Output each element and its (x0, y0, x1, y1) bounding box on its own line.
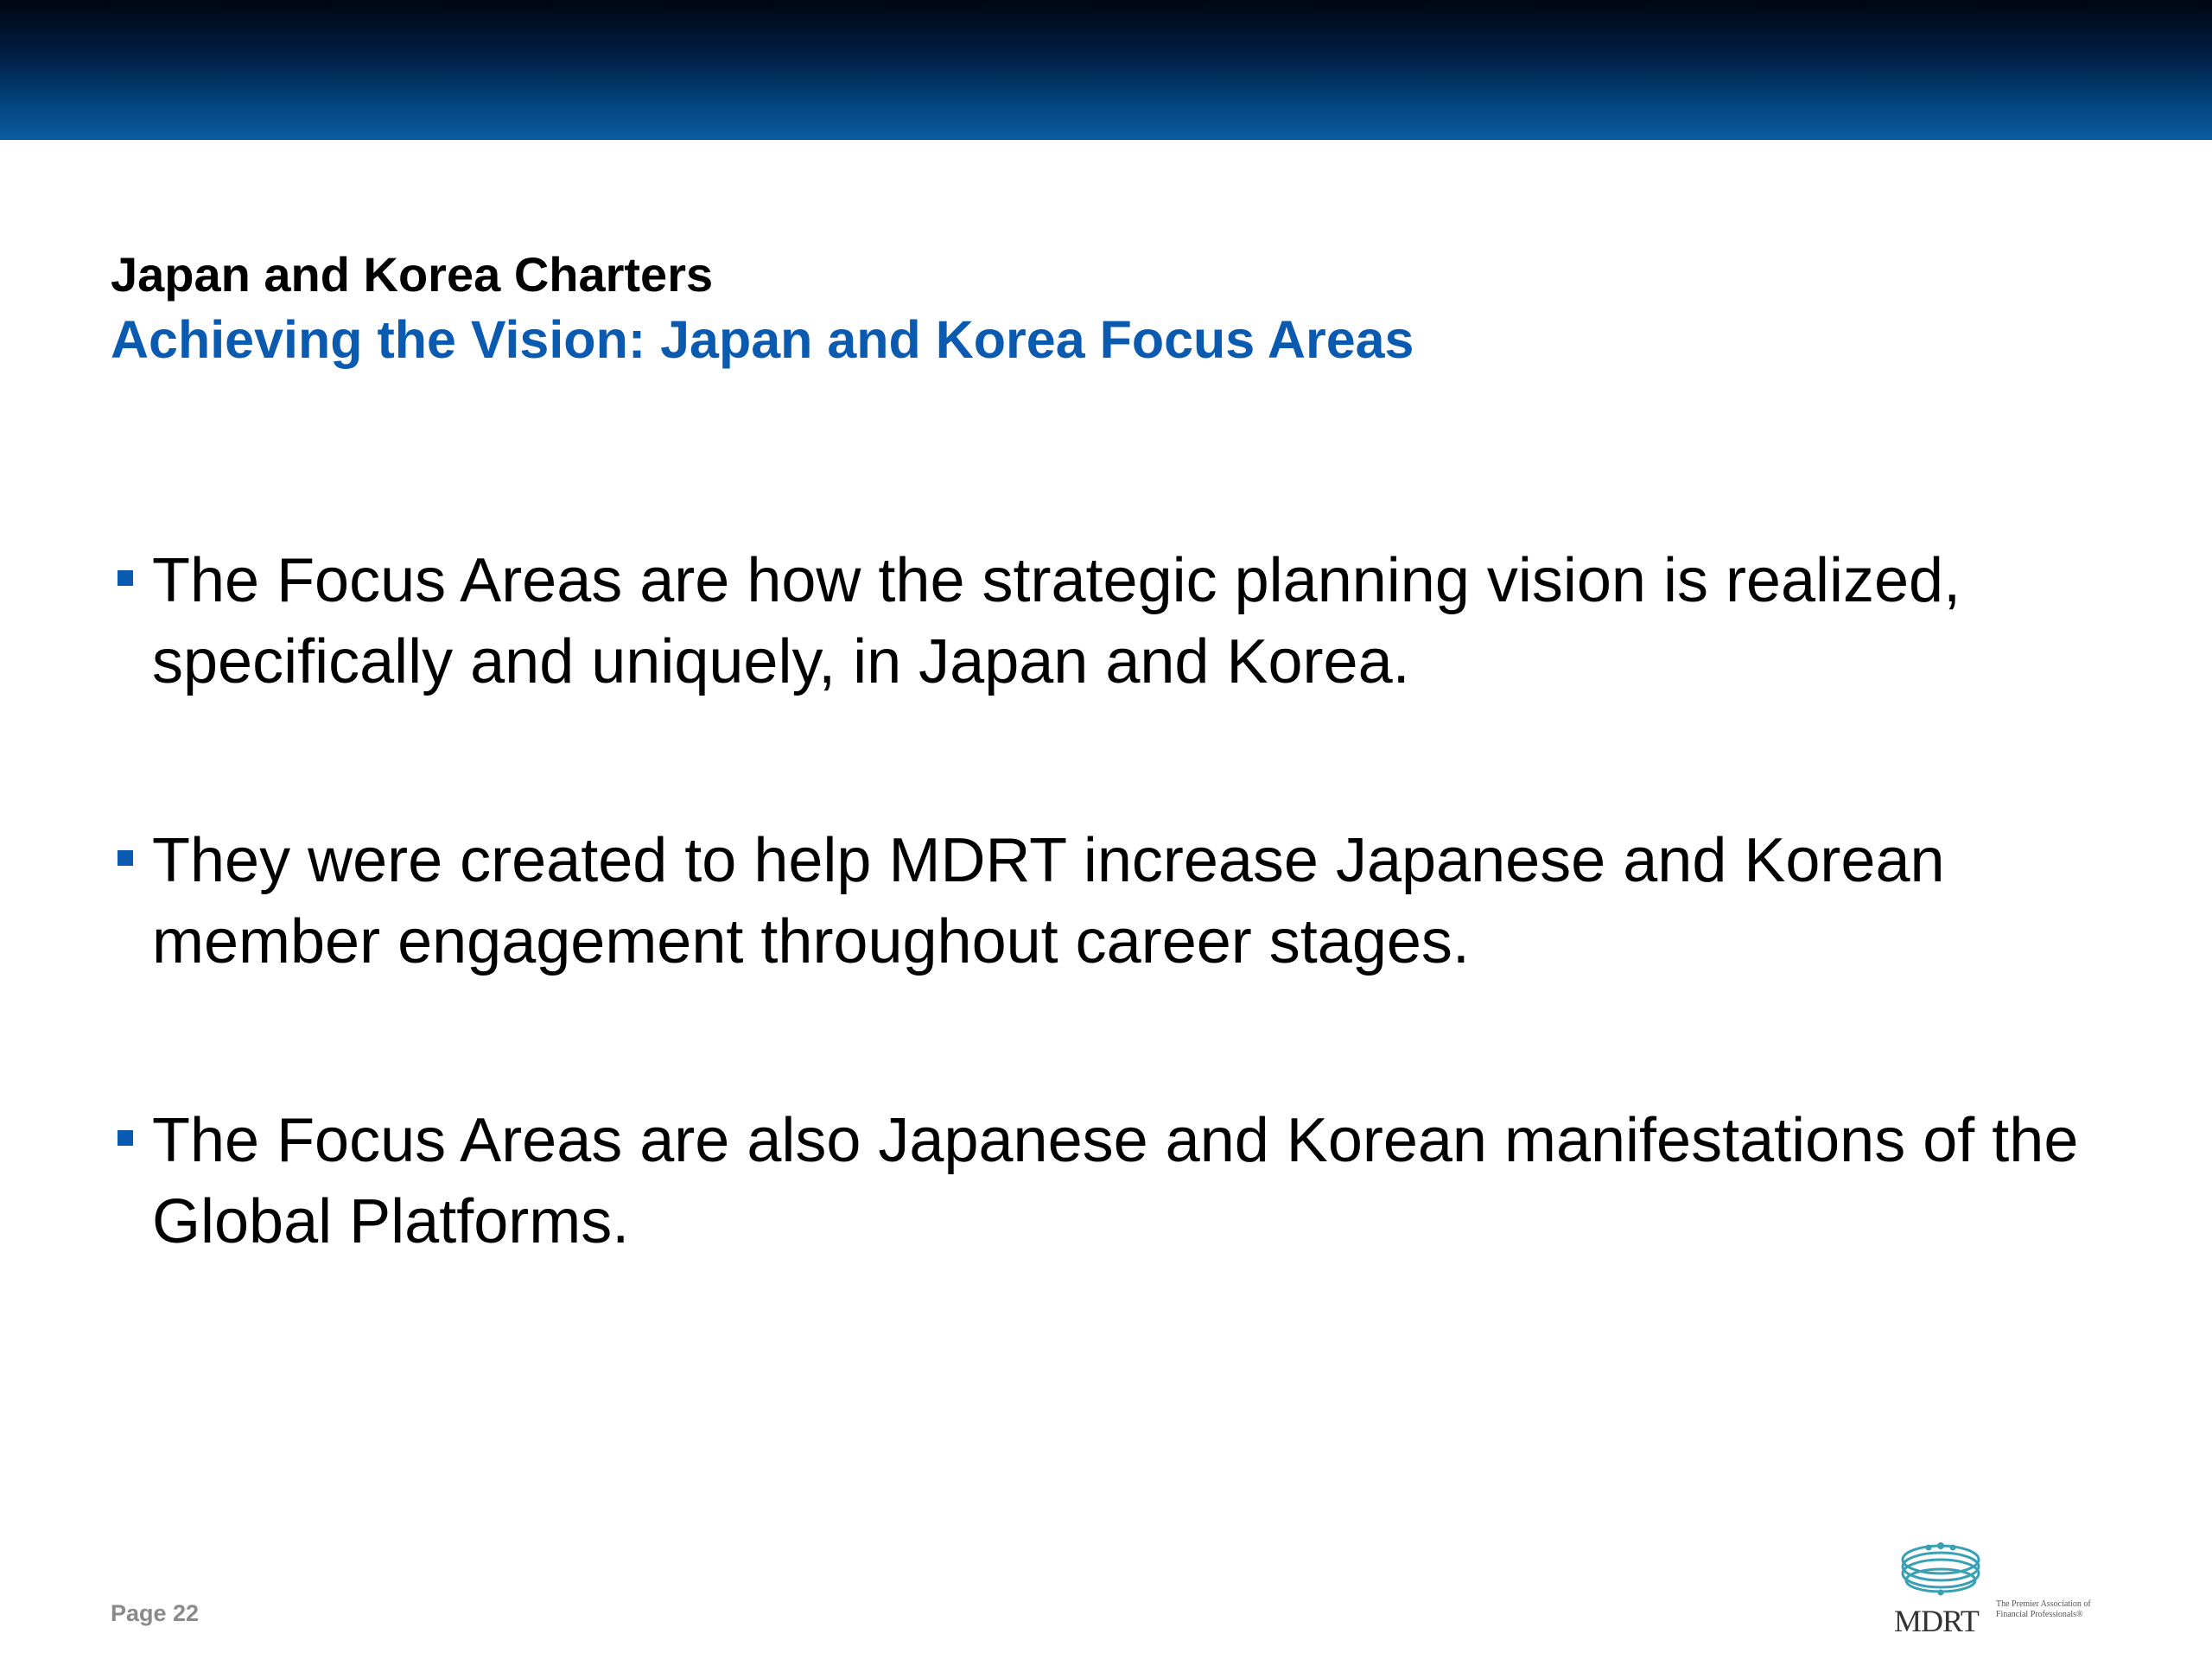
bullet-text: They were created to help MDRT increase … (152, 826, 1945, 976)
square-bullet-icon (118, 570, 133, 586)
bullet-item: The Focus Areas are also Japanese and Ko… (111, 1100, 2124, 1262)
bullet-text: The Focus Areas are also Japanese and Ko… (152, 1106, 2079, 1256)
bullet-item: The Focus Areas are how the strategic pl… (111, 540, 2124, 702)
bullet-list: The Focus Areas are how the strategic pl… (111, 540, 2124, 1380)
slide: Japan and Korea Charters Achieving the V… (0, 0, 2212, 1659)
slide-title: Japan and Korea Charters (111, 247, 714, 302)
bullet-item: They were created to help MDRT increase … (111, 820, 2124, 982)
header-band (0, 0, 2212, 140)
square-bullet-icon (118, 1130, 133, 1146)
bullet-text: The Focus Areas are how the strategic pl… (152, 546, 1961, 696)
logo-wordmark: MDRT (1894, 1604, 1980, 1638)
mdrt-ring-logo-icon (1901, 1542, 1980, 1596)
square-bullet-icon (118, 850, 133, 866)
slide-subtitle: Achieving the Vision: Japan and Korea Fo… (111, 310, 1414, 369)
mdrt-logo: MDRT The Premier Association of Financia… (1894, 1541, 2110, 1644)
page-number: Page 22 (111, 1600, 200, 1626)
logo-tagline: The Premier Association of Financial Pro… (1996, 1599, 2091, 1619)
